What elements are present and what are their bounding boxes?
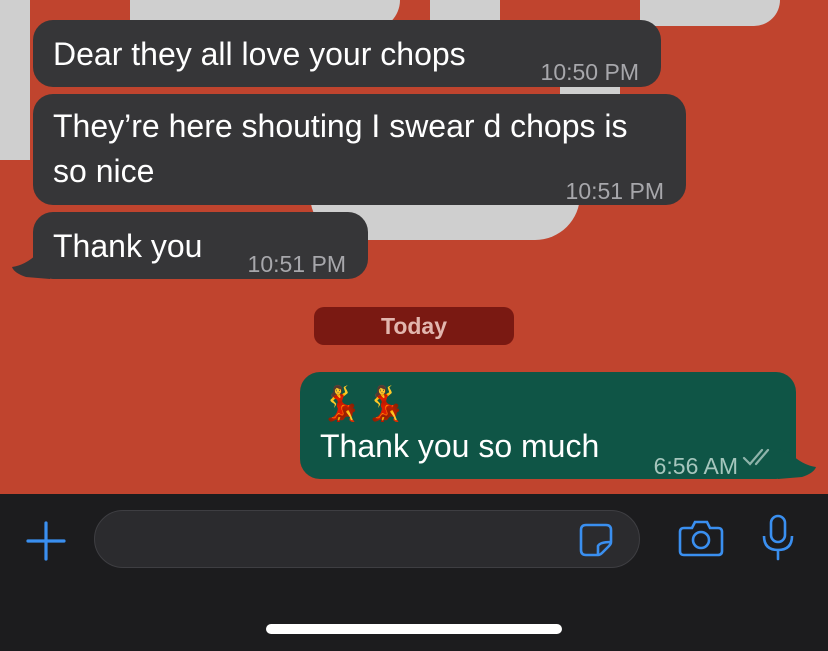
incoming-message[interactable]: Thank you 10:51 PM [33, 212, 368, 279]
message-timestamp: 6:56 AM [653, 453, 738, 479]
message-text: Dear they all love your chops [53, 36, 466, 72]
message-text-line: so nice [53, 153, 155, 189]
chat-area[interactable]: Dear they all love your chops 10:50 PM T… [0, 0, 828, 494]
plus-icon[interactable] [26, 521, 66, 561]
message-timestamp: 10:51 PM [565, 178, 664, 204]
outgoing-message[interactable]: 💃 💃 Thank you so much 6:56 AM [300, 372, 796, 479]
dancer-emoji: 💃 [320, 385, 363, 423]
camera-icon[interactable] [678, 518, 724, 558]
incoming-message[interactable]: Dear they all love your chops 10:50 PM [33, 20, 661, 87]
bubble-tail [12, 249, 50, 279]
microphone-icon[interactable] [760, 514, 796, 562]
read-double-check-icon [742, 448, 770, 466]
message-input[interactable] [94, 510, 640, 568]
message-timestamp: 10:50 PM [540, 59, 639, 85]
sticker-icon[interactable] [578, 522, 614, 558]
dancer-emoji: 💃 [364, 385, 407, 423]
wallpaper-shape [0, 0, 30, 160]
bubble-tail [778, 449, 816, 479]
composer-bar [0, 494, 828, 651]
message-text-line: They’re here shouting I swear d chops is [53, 108, 628, 144]
message-text: Thank you so much [320, 428, 600, 464]
incoming-message[interactable]: They’re here shouting I swear d chops is… [33, 94, 686, 205]
home-indicator [266, 624, 562, 634]
message-text: Thank you [53, 228, 203, 264]
message-timestamp: 10:51 PM [247, 251, 346, 277]
date-separator: Today [314, 307, 514, 345]
wallpaper-shape [640, 0, 780, 26]
